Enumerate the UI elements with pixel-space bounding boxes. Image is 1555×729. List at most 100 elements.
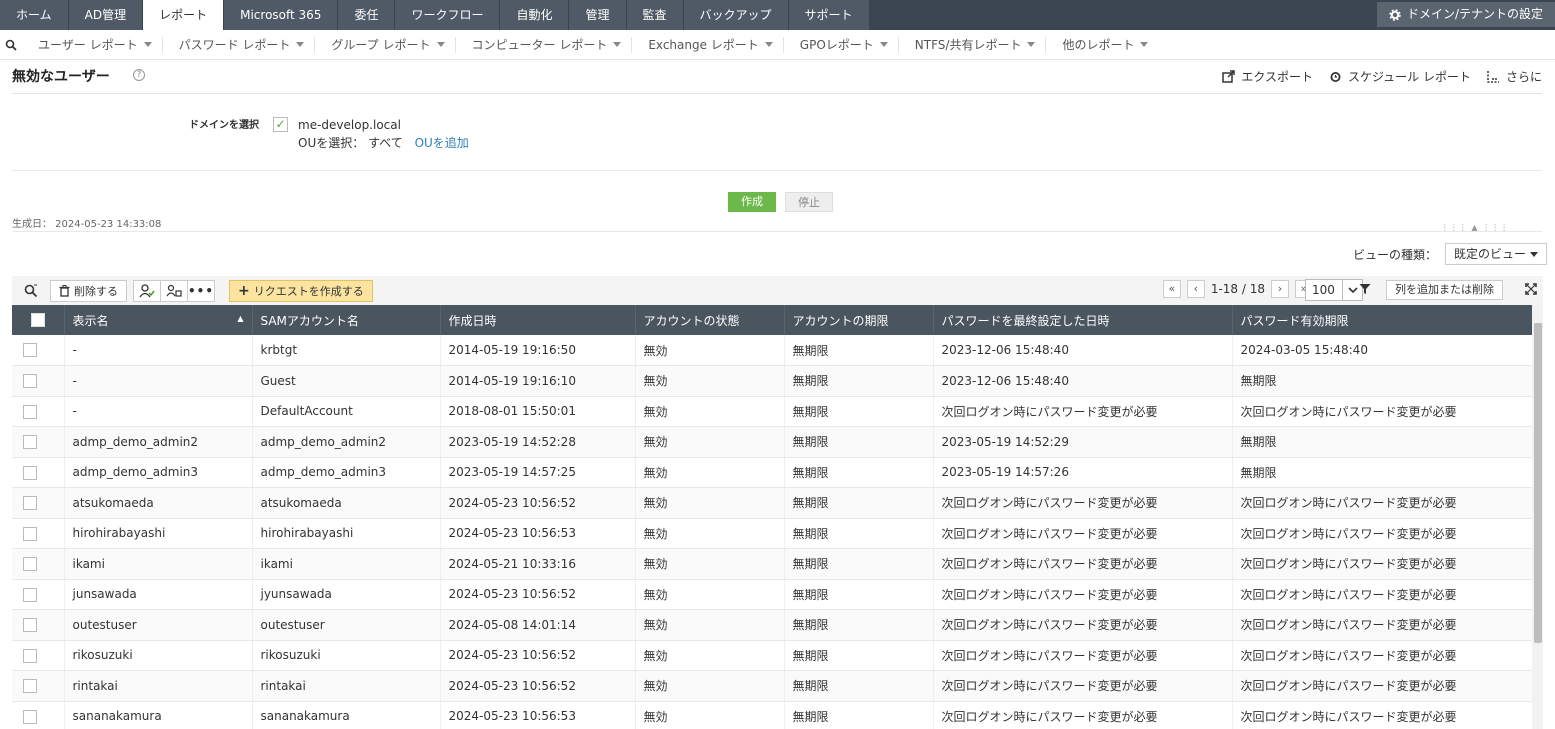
- column-header-password-expiry[interactable]: パスワード有効期限: [1232, 305, 1533, 335]
- generate-button[interactable]: 作成: [728, 192, 776, 212]
- row-checkbox[interactable]: [23, 709, 37, 724]
- row-select-cell: [12, 487, 65, 519]
- next-page-button[interactable]: ›: [1271, 280, 1289, 298]
- table-row[interactable]: admp_demo_admin3 admp_demo_admin3 2023-05-…: [12, 457, 1533, 488]
- table-row[interactable]: - Guest 2014-05-19 19:16:10 無効 無期限 2023-12-06…: [12, 365, 1533, 397]
- prev-page-button[interactable]: ‹: [1186, 280, 1205, 298]
- schedule-report-button[interactable]: スケジュール レポート: [1329, 68, 1471, 85]
- more-actions-button[interactable]: •••: [187, 279, 215, 302]
- row-checkbox[interactable]: [23, 679, 37, 693]
- user-check-icon: [139, 283, 155, 297]
- more-button[interactable]: さらに: [1487, 68, 1542, 85]
- table-row[interactable]: outestuser outestuser 2024-05-08 14:01:14 無…: [12, 609, 1533, 641]
- subnav-user-reports[interactable]: ユーザー レポート: [22, 36, 163, 53]
- row-checkbox[interactable]: [23, 343, 37, 358]
- cell-password-expiry: 次回ログオン時にパスワード変更が必要: [1232, 548, 1533, 580]
- cell-display-name: junsawada: [64, 579, 253, 610]
- table-row[interactable]: sananakamura sananakamura 2024-05-23 10:56…: [12, 701, 1533, 729]
- cell-account-expiry: 無期限: [784, 670, 934, 702]
- row-checkbox[interactable]: [23, 587, 37, 602]
- delete-label: 削除する: [74, 284, 118, 298]
- domain-select-label: ドメインを選択: [189, 120, 259, 131]
- domain-settings-button[interactable]: ドメイン/テナントの設定: [1376, 2, 1555, 27]
- nav-tab-audit[interactable]: 監査: [626, 0, 684, 30]
- nav-tab-automation[interactable]: 自動化: [500, 0, 570, 30]
- cell-sam-account: admp_demo_admin2: [252, 426, 441, 458]
- domain-checkbox[interactable]: ✓: [273, 117, 288, 132]
- expand-icon[interactable]: [1525, 283, 1537, 298]
- subnav-computer-reports[interactable]: コンピューター レポート: [456, 36, 633, 53]
- chevron-down-icon: [1027, 42, 1036, 47]
- cell-password-expiry: 次回ログオン時にパスワード変更が必要: [1232, 518, 1533, 549]
- table-row[interactable]: hirohirabayashi hirohirabayashi 2024-05-23…: [12, 518, 1533, 549]
- row-checkbox[interactable]: [23, 496, 37, 510]
- column-header-password-last-set[interactable]: パスワードを最終設定した日時: [933, 305, 1233, 335]
- table-row[interactable]: rikosuzuki rikosuzuki 2024-05-23 10:56:52 無…: [12, 640, 1533, 671]
- subnav-ntfs-reports[interactable]: NTFS/共有レポート: [899, 36, 1047, 53]
- create-request-button[interactable]: + リクエストを作成する: [229, 279, 373, 302]
- cell-account-status: 無効: [635, 518, 785, 549]
- row-checkbox[interactable]: [23, 557, 37, 571]
- cell-account-expiry: 無期限: [784, 457, 934, 488]
- stop-button[interactable]: 停止: [785, 192, 833, 212]
- add-remove-columns-button[interactable]: 列を追加または削除: [1386, 280, 1503, 300]
- nav-tab-reports[interactable]: レポート: [143, 0, 225, 30]
- enable-user-button[interactable]: [133, 279, 161, 302]
- select-all-checkbox[interactable]: [30, 313, 45, 328]
- column-header-account-status[interactable]: アカウントの状態: [635, 305, 785, 335]
- nav-tab-ad-management[interactable]: AD管理: [68, 0, 144, 30]
- cell-account-expiry: 無期限: [784, 548, 934, 580]
- move-user-button[interactable]: [160, 279, 188, 302]
- table-row[interactable]: - DefaultAccount 2018-08-01 15:50:01 無効 無期限次…: [12, 396, 1533, 427]
- row-select-cell: [12, 701, 65, 729]
- nav-tab-delegation[interactable]: 委任: [338, 0, 396, 30]
- domain-name: me-develop.local: [298, 118, 401, 132]
- cell-account-status: 無効: [635, 457, 785, 488]
- search-icon[interactable]: [0, 39, 22, 51]
- subnav-gpo-reports[interactable]: GPOレポート: [784, 36, 899, 53]
- cell-display-name: admp_demo_admin3: [64, 457, 253, 488]
- chevron-down-icon: [143, 42, 152, 47]
- nav-tab-home[interactable]: ホーム: [0, 0, 69, 30]
- filter-icon[interactable]: [1359, 283, 1371, 298]
- subnav-group-reports[interactable]: グループ レポート: [315, 36, 456, 53]
- create-request-label: リクエストを作成する: [253, 284, 364, 298]
- row-checkbox[interactable]: [23, 526, 37, 541]
- add-ou-link[interactable]: OUを追加: [415, 136, 469, 150]
- cell-sam-account: outestuser: [252, 609, 441, 641]
- cell-account-status: 無効: [635, 426, 785, 458]
- scrollbar-thumb[interactable]: [1534, 323, 1542, 643]
- row-checkbox[interactable]: [23, 374, 37, 388]
- table-row[interactable]: junsawada jyunsawada 2024-05-23 10:56:52 無効…: [12, 579, 1533, 610]
- column-header-account-expiry[interactable]: アカウントの期限: [784, 305, 934, 335]
- table-row[interactable]: ikami ikami 2024-05-21 10:33:16 無効 無期限 次回ログオン…: [12, 548, 1533, 580]
- row-checkbox[interactable]: [23, 648, 37, 663]
- subnav-other-reports[interactable]: 他のレポート: [1046, 37, 1158, 53]
- nav-tab-admin[interactable]: 管理: [569, 0, 627, 30]
- delete-button[interactable]: 削除する: [50, 279, 127, 302]
- row-checkbox[interactable]: [23, 404, 37, 419]
- nav-tab-workflow[interactable]: ワークフロー: [395, 0, 501, 30]
- subnav-password-reports[interactable]: パスワード レポート: [163, 36, 316, 53]
- first-page-button[interactable]: «: [1162, 280, 1181, 298]
- help-icon[interactable]: ?: [133, 69, 145, 81]
- column-header-created[interactable]: 作成日時: [440, 305, 636, 335]
- table-row[interactable]: rintakai rintakai 2024-05-23 10:56:52 無効 無期限…: [12, 670, 1533, 702]
- vertical-scrollbar[interactable]: [1532, 305, 1543, 729]
- nav-tab-microsoft365[interactable]: Microsoft 365: [224, 0, 339, 30]
- row-checkbox[interactable]: [23, 465, 37, 480]
- rows-per-page-select[interactable]: 100: [1305, 279, 1363, 301]
- nav-tab-backup[interactable]: バックアップ: [683, 0, 789, 30]
- nav-tab-support[interactable]: サポート: [788, 0, 870, 30]
- column-header-sam-account[interactable]: SAMアカウント名: [252, 305, 441, 335]
- row-checkbox[interactable]: [23, 435, 37, 449]
- table-search-icon[interactable]: [12, 284, 50, 298]
- table-row[interactable]: admp_demo_admin2 admp_demo_admin2 2023-05-…: [12, 426, 1533, 458]
- row-checkbox[interactable]: [23, 618, 37, 632]
- column-header-display-name[interactable]: 表示名 ▲: [64, 305, 253, 335]
- view-type-select[interactable]: 既定のビュー: [1444, 243, 1547, 265]
- subnav-exchange-reports[interactable]: Exchange レポート: [632, 36, 784, 53]
- table-row[interactable]: atsukomaeda atsukomaeda 2024-05-23 10:56:5…: [12, 487, 1533, 519]
- export-button[interactable]: エクスポート: [1222, 68, 1313, 85]
- table-row[interactable]: - krbtgt 2014-05-19 19:16:50 無効 無期限 2023-12-0…: [12, 335, 1533, 366]
